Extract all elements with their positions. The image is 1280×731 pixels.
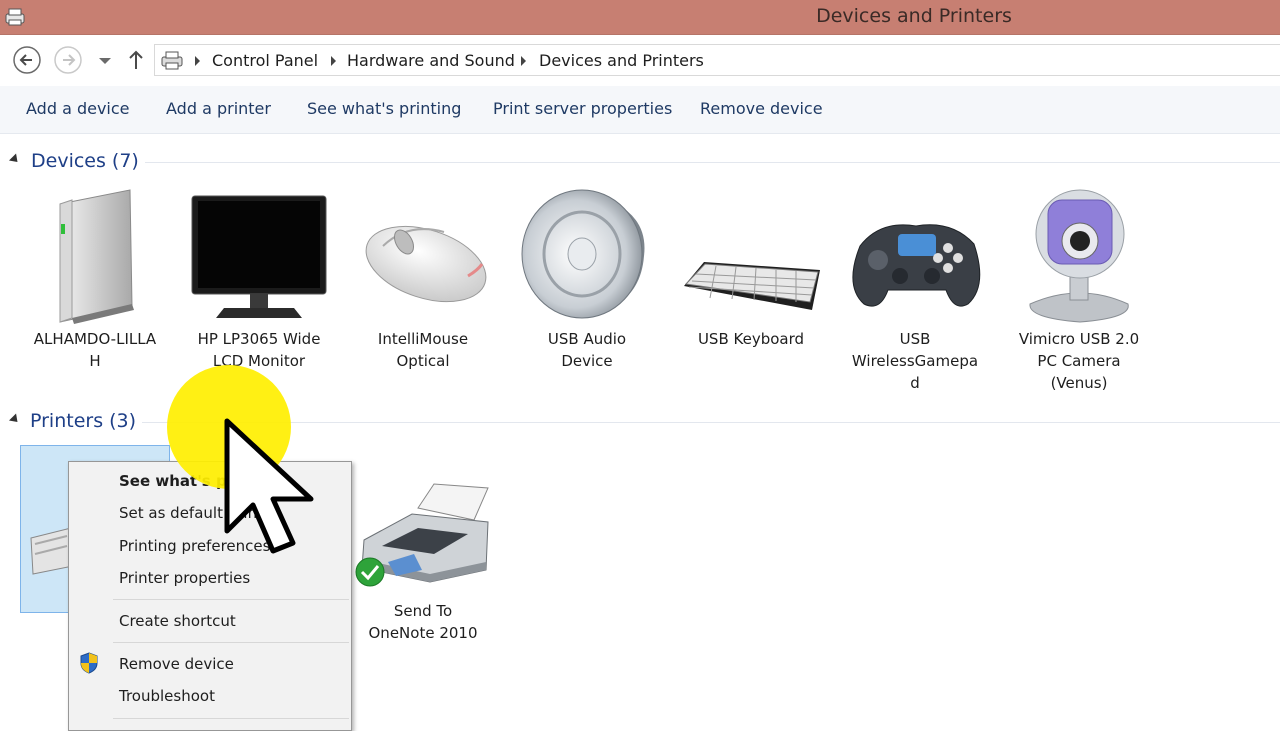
devices-printers-location-icon [161, 51, 183, 70]
window-title: Devices and Printers [816, 5, 1012, 27]
forward-button[interactable] [53, 45, 83, 75]
collapse-devices-icon[interactable] [8, 153, 22, 166]
up-arrow-icon[interactable] [121, 45, 151, 75]
print-server-properties-button[interactable]: Print server properties [493, 99, 672, 118]
menu-item-see-whats-printing[interactable]: See what's printing [119, 472, 284, 490]
recent-locations-chevron-icon[interactable] [90, 45, 120, 75]
menu-item-remove-device[interactable]: Remove device [119, 655, 234, 673]
title-bar: Devices and Printers [0, 0, 1280, 34]
printers-group-header[interactable]: Printers (3) [30, 410, 136, 432]
webcam-icon [1029, 189, 1129, 323]
device-label: USB WirelessGamepa d [851, 330, 979, 392]
menu-separator [113, 599, 349, 600]
device-label: ALHAMDO-LILLA H [33, 330, 157, 370]
collapse-printers-icon[interactable] [8, 413, 22, 426]
keyboard-icon [684, 262, 820, 310]
monitor-icon [191, 195, 327, 318]
breadcrumb-control-panel[interactable]: Control Panel [212, 51, 318, 70]
menu-item-set-as-default[interactable]: Set as default printer [119, 504, 278, 522]
see-whats-printing-button[interactable]: See what's printing [307, 99, 461, 118]
add-printer-button[interactable]: Add a printer [166, 99, 271, 118]
device-label: USB Audio Device [547, 330, 627, 370]
devices-group-header[interactable]: Devices (7) [31, 150, 139, 172]
command-bar: Add a device Add a printer See what's pr… [0, 86, 1280, 134]
breadcrumb-hardware-and-sound[interactable]: Hardware and Sound [347, 51, 515, 70]
device-label: USB Keyboard [697, 330, 805, 348]
speaker-icon [521, 189, 645, 319]
device-label: Send To OneNote 2010 [368, 602, 478, 642]
menu-separator [113, 718, 349, 719]
breadcrumb-devices-and-printers[interactable]: Devices and Printers [539, 51, 704, 70]
gamepad-icon [852, 224, 981, 307]
back-button[interactable] [12, 45, 42, 75]
menu-item-printing-preferences[interactable]: Printing preferences [119, 537, 270, 555]
menu-item-troubleshoot[interactable]: Troubleshoot [119, 687, 215, 705]
device-label: IntelliMouse Optical [377, 330, 469, 370]
address-box[interactable]: Control Panel Hardware and Sound Devices… [154, 44, 1280, 76]
menu-item-create-shortcut[interactable]: Create shortcut [119, 612, 236, 630]
address-bar: Control Panel Hardware and Sound Devices… [0, 35, 1280, 85]
breadcrumb-separator[interactable] [521, 56, 526, 66]
breadcrumb-separator[interactable] [331, 56, 336, 66]
device-label: HP LP3065 Wide LCD Monitor [197, 330, 321, 370]
add-device-button[interactable]: Add a device [26, 99, 130, 118]
device-label: Vimicro USB 2.0 PC Camera (Venus) [1018, 330, 1140, 392]
mouse-icon [365, 225, 487, 303]
group-divider [142, 422, 1280, 423]
printer-icon [355, 483, 489, 587]
remove-device-button[interactable]: Remove device [700, 99, 823, 118]
uac-shield-icon [80, 652, 98, 674]
computer-tower-icon [59, 189, 134, 324]
menu-item-printer-properties[interactable]: Printer properties [119, 569, 250, 587]
context-menu: See what's printing Set as default print… [68, 461, 352, 731]
menu-separator [113, 642, 349, 643]
group-divider [145, 162, 1280, 163]
breadcrumb-separator[interactable] [195, 56, 200, 66]
